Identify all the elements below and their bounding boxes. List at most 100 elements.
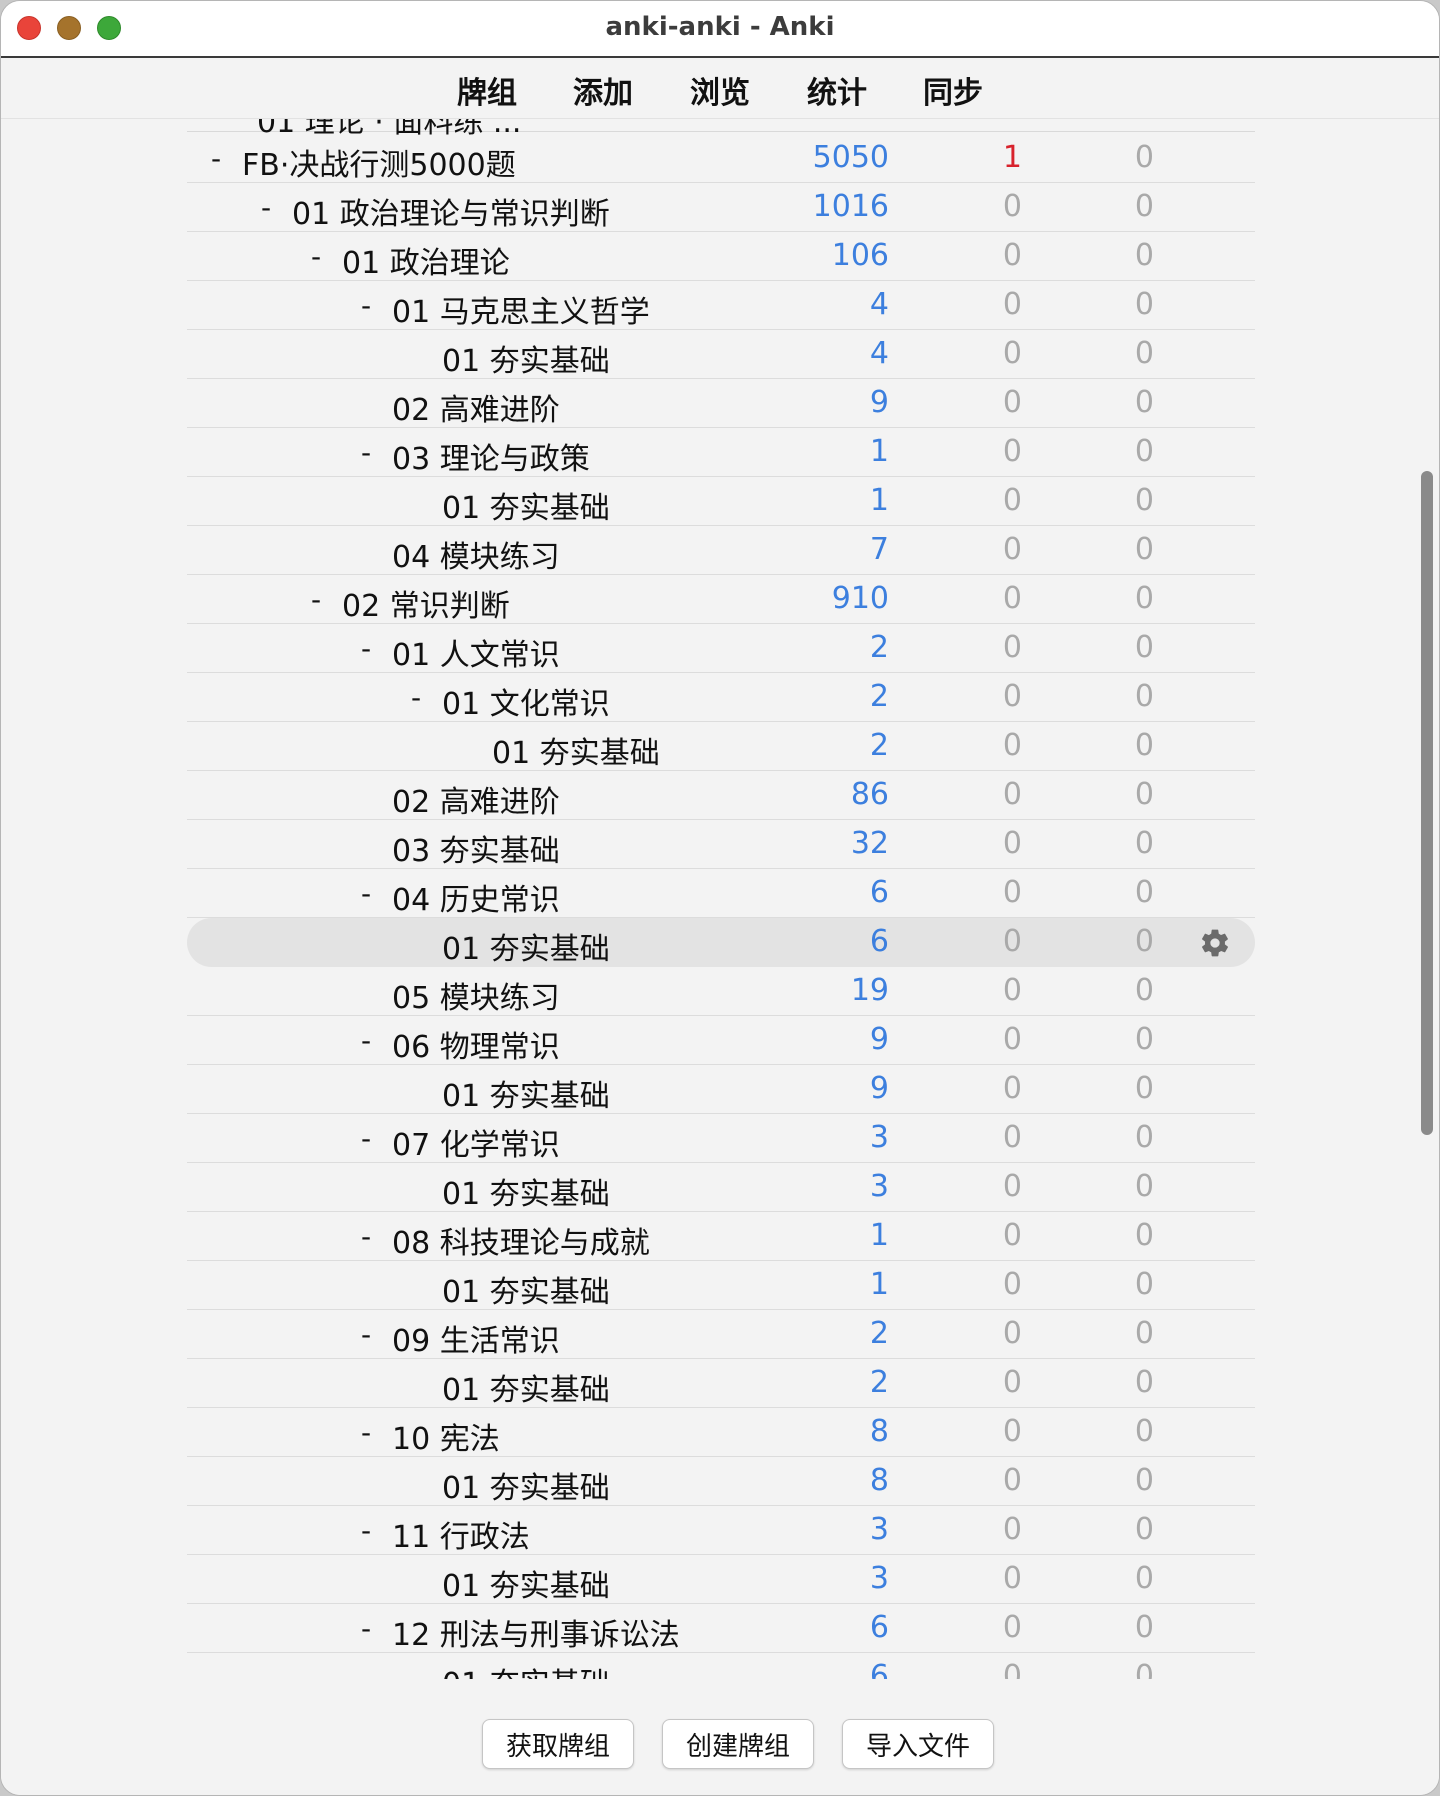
collapse-toggle[interactable]: -: [361, 877, 371, 910]
deck-name[interactable]: 01 夯实基础: [442, 1561, 610, 1605]
import-file-button[interactable]: 导入文件: [842, 1719, 994, 1769]
deck-name[interactable]: 01 夯实基础: [442, 1071, 610, 1115]
deck-name[interactable]: 05 模块练习: [392, 973, 560, 1017]
deck-row[interactable]: 05 模块练习 19 0 0: [187, 967, 1255, 1016]
learn-count: 0: [1002, 1120, 1022, 1155]
toolbar-sync[interactable]: 同步: [923, 68, 983, 112]
deck-name[interactable]: 06 物理常识: [392, 1022, 560, 1066]
collapse-toggle[interactable]: -: [311, 583, 321, 616]
toolbar-stats[interactable]: 统计: [807, 68, 867, 112]
deck-row[interactable]: -12 刑法与刑事诉讼法 6 0 0: [187, 1604, 1255, 1653]
collapse-toggle[interactable]: -: [361, 436, 371, 469]
deck-name[interactable]: 01 夯实基础: [442, 1463, 610, 1507]
collapse-toggle[interactable]: -: [261, 191, 271, 224]
deck-row[interactable]: 02 高难进阶 86 0 0: [187, 771, 1255, 820]
deck-row[interactable]: -07 化学常识 3 0 0: [187, 1114, 1255, 1163]
deck-row-current[interactable]: 01 夯实基础 6 0 0: [187, 918, 1255, 967]
deck-row[interactable]: 02 高难进阶 9 0 0: [187, 379, 1255, 428]
collapse-toggle[interactable]: -: [211, 142, 221, 175]
deck-name[interactable]: 02 常识判断: [342, 581, 510, 625]
gear-icon[interactable]: [1199, 927, 1231, 959]
deck-row[interactable]: -03 理论与政策 1 0 0: [187, 428, 1255, 477]
deck-row[interactable]: 01 夯实基础 9 0 0: [187, 1065, 1255, 1114]
deck-name[interactable]: 01 政治理论与常识判断: [292, 189, 610, 233]
deck-row[interactable]: 01 夯实基础 1 0 0: [187, 477, 1255, 526]
collapse-toggle[interactable]: -: [361, 1612, 371, 1645]
new-count: 86: [850, 777, 889, 812]
deck-row[interactable]: -02 常识判断 910 0 0: [187, 575, 1255, 624]
deck-name[interactable]: 04 历史常识: [392, 875, 560, 919]
collapse-toggle[interactable]: -: [361, 1122, 371, 1155]
deck-name[interactable]: 01 夯实基础: [492, 728, 660, 772]
deck-row[interactable]: -04 历史常识 6 0 0: [187, 869, 1255, 918]
deck-name[interactable]: 01 夯实基础: [442, 924, 610, 968]
deck-row-partial[interactable]: 01 理论 · 面料练 ...: [187, 119, 1255, 140]
deck-row[interactable]: -01 人文常识 2 0 0: [187, 624, 1255, 673]
deck-row[interactable]: 01 夯实基础 3 0 0: [187, 1555, 1255, 1604]
deck-name[interactable]: 02 高难进阶: [392, 777, 560, 821]
deck-row[interactable]: -09 生活常识 2 0 0: [187, 1310, 1255, 1359]
deck-row[interactable]: -08 科技理论与成就 1 0 0: [187, 1212, 1255, 1261]
collapse-toggle[interactable]: -: [411, 681, 421, 714]
vertical-scrollbar[interactable]: [1421, 471, 1433, 1135]
deck-name[interactable]: 11 行政法: [392, 1512, 530, 1556]
deck-row[interactable]: -01 马克思主义哲学 4 0 0: [187, 281, 1255, 330]
deck-row[interactable]: -10 宪法 8 0 0: [187, 1408, 1255, 1457]
deck-name[interactable]: 12 刑法与刑事诉讼法: [392, 1610, 680, 1654]
deck-name[interactable]: 01 夯实基础: [442, 1267, 610, 1311]
deck-name[interactable]: 01 政治理论: [342, 238, 510, 282]
create-deck-button[interactable]: 创建牌组: [662, 1719, 814, 1769]
review-count: 0: [1134, 581, 1154, 616]
deck-row[interactable]: 01 夯实基础 3 0 0: [187, 1163, 1255, 1212]
deck-name[interactable]: 01 马克思主义哲学: [392, 287, 650, 331]
deck-row[interactable]: -06 物理常识 9 0 0: [187, 1016, 1255, 1065]
deck-name[interactable]: 09 生活常识: [392, 1316, 560, 1360]
collapse-toggle[interactable]: -: [361, 632, 371, 665]
toolbar-decks[interactable]: 牌组: [457, 68, 517, 112]
collapse-toggle[interactable]: -: [311, 240, 321, 273]
toolbar-browse[interactable]: 浏览: [690, 68, 750, 112]
deck-name[interactable]: 01 夯实基础: [442, 483, 610, 527]
deck-name[interactable]: 02 高难进阶: [392, 385, 560, 429]
collapse-toggle[interactable]: -: [361, 1220, 371, 1253]
deck-name[interactable]: 07 化学常识: [392, 1120, 560, 1164]
collapse-toggle[interactable]: -: [361, 1024, 371, 1057]
deck-name[interactable]: 01 夯实基础: [442, 1659, 610, 1679]
deck-name[interactable]: 01 夯实基础: [442, 1169, 610, 1213]
deck-name[interactable]: 01 人文常识: [392, 630, 560, 674]
deck-row[interactable]: 01 夯实基础 2 0 0: [187, 1359, 1255, 1408]
deck-name[interactable]: 03 夯实基础: [392, 826, 560, 870]
deck-name[interactable]: 01 夯实基础: [442, 336, 610, 380]
learn-count: 0: [1002, 581, 1022, 616]
toolbar-add[interactable]: 添加: [573, 68, 633, 112]
deck-row[interactable]: 03 夯实基础 32 0 0: [187, 820, 1255, 869]
deck-row[interactable]: -01 政治理论 106 0 0: [187, 232, 1255, 281]
learn-count: 0: [1002, 1414, 1022, 1449]
collapse-toggle[interactable]: -: [361, 289, 371, 322]
deck-name[interactable]: 01 文化常识: [442, 679, 610, 723]
deck-name[interactable]: 08 科技理论与成就: [392, 1218, 650, 1262]
deck-row[interactable]: 01 夯实基础 1 0 0: [187, 1261, 1255, 1310]
deck-name[interactable]: FB·决战行测5000题: [242, 140, 516, 184]
deck-name[interactable]: 10 宪法: [392, 1414, 500, 1458]
deck-row[interactable]: -01 文化常识 2 0 0: [187, 673, 1255, 722]
deck-row[interactable]: - FB·决战行测5000题 5050 1 0: [187, 134, 1255, 183]
review-count: 0: [1134, 973, 1154, 1008]
get-shared-button[interactable]: 获取牌组: [482, 1719, 634, 1769]
collapse-toggle[interactable]: -: [361, 1514, 371, 1547]
deck-name[interactable]: 01 夯实基础: [442, 1365, 610, 1409]
collapse-toggle[interactable]: -: [361, 1416, 371, 1449]
deck-row[interactable]: 04 模块练习 7 0 0: [187, 526, 1255, 575]
deck-row[interactable]: 01 夯实基础 6 0 0: [187, 1653, 1255, 1679]
deck-row[interactable]: 01 夯实基础 8 0 0: [187, 1457, 1255, 1506]
deck-row[interactable]: -01 政治理论与常识判断 1016 0 0: [187, 183, 1255, 232]
deck-name[interactable]: 04 模块练习: [392, 532, 560, 576]
collapse-toggle[interactable]: -: [361, 1318, 371, 1351]
learn-count: 0: [1002, 1610, 1022, 1645]
deck-row[interactable]: 01 夯实基础 4 0 0: [187, 330, 1255, 379]
new-count: 6: [869, 924, 889, 959]
deck-row[interactable]: -11 行政法 3 0 0: [187, 1506, 1255, 1555]
review-count: 0: [1134, 483, 1154, 518]
deck-name[interactable]: 03 理论与政策: [392, 434, 590, 478]
deck-row[interactable]: 01 夯实基础 2 0 0: [187, 722, 1255, 771]
